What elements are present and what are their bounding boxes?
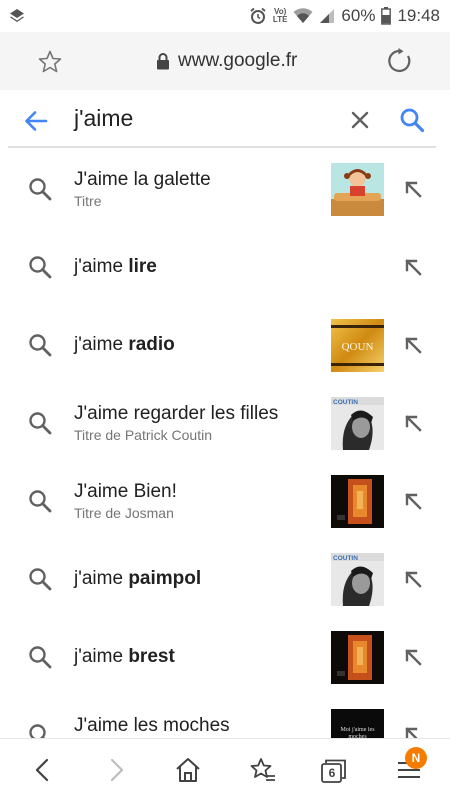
battery-percent: 60% [341,6,376,25]
tab-count: 6 [328,766,336,780]
bookmarks-icon[interactable] [248,755,278,785]
suggestion-item[interactable]: j'aime paimpol COUTIN [0,540,450,618]
suggestion-text: j'aime paimpol [74,540,201,618]
lock-icon [157,52,169,69]
back-arrow-icon[interactable] [22,107,50,135]
suggestion-title: j'aime lire [74,256,157,278]
thumb-label: QOUN [342,341,374,353]
reload-icon[interactable] [386,47,414,75]
suggestion-title-text: j'aime [74,256,129,277]
suggestion-title-text: j'aime [74,568,129,589]
fill-query-arrow-icon[interactable] [401,411,425,435]
search-submit-icon[interactable] [398,106,426,134]
suggestion-title: j'aime radio [74,334,175,356]
fill-query-arrow-icon[interactable] [401,333,425,357]
suggestion-thumbnail [331,631,384,684]
bookmark-star-icon[interactable] [37,49,63,75]
thumb-label: COUTIN [333,555,358,562]
suggestion-item[interactable]: J'aime la galette Titre [0,150,450,228]
suggestion-thumbnail: QOUN [331,319,384,372]
suggestion-completion: radio [128,334,175,355]
suggestion-item[interactable]: J'aime regarder les filles Titre de Patri… [0,384,450,462]
suggestion-title: J'aime Bien! [74,481,177,503]
layers-icon [10,9,24,22]
search-icon [29,568,52,591]
alarm-icon [250,7,266,24]
url-text: www.google.fr [178,50,298,71]
fill-query-arrow-icon[interactable] [401,567,425,591]
url-display[interactable]: www.google.fr [156,48,297,74]
bottom-toolbar: 6 N [0,738,450,800]
suggestion-text: j'aime radio [74,306,175,384]
search-icon [29,178,52,201]
signal-icon [320,9,335,23]
search-input[interactable]: j'aime [74,105,133,132]
suggestion-title-text: j'aime [74,646,129,667]
suggestion-thumbnail: COUTIN [331,553,384,606]
suggestion-text: j'aime lire [74,228,157,306]
suggestion-text: J'aime Bien! Titre de Josman [74,462,177,540]
suggestion-title: J'aime les moches [74,715,230,737]
fill-query-arrow-icon[interactable] [401,645,425,669]
suggestion-title-text: j'aime [74,334,129,355]
suggestion-thumbnail [331,475,384,528]
suggestion-title: J'aime regarder les filles [74,403,278,425]
nav-forward-icon[interactable] [101,755,131,785]
suggestion-text: J'aime regarder les filles Titre de Patri… [74,384,278,462]
wifi-icon [293,8,313,23]
search-icon [29,334,52,357]
suggestion-item[interactable]: j'aime radio QOUN [0,306,450,384]
search-icon [29,412,52,435]
suggestion-list: J'aime la galette Titre j'aime lire j'aime … [0,150,450,774]
search-icon [29,256,52,279]
search-bar: j'aime [0,90,450,150]
clock: 19:48 [397,6,440,25]
suggestion-thumbnail: COUTIN [331,397,384,450]
suggestion-subtitle: Titre de Patrick Coutin [74,427,212,443]
suggestion-title: j'aime paimpol [74,568,201,590]
thumb-label: COUTIN [333,399,358,406]
suggestion-title-text: J'aime regarder les filles [74,403,279,424]
fill-query-arrow-icon[interactable] [401,255,425,279]
nav-back-icon[interactable] [28,755,58,785]
suggestion-completion: paimpol [128,568,202,589]
tabs-button[interactable]: 6 [321,759,347,783]
suggestion-title: j'aime brest [74,646,175,668]
suggestion-title-text: J'aime les moches [74,715,230,736]
suggestion-title: J'aime la galette [74,169,211,191]
suggestion-completion: lire [128,256,157,277]
status-bar: Vo) LTE 60% 19:48 [0,0,450,32]
clear-icon[interactable] [348,108,372,132]
address-bar: www.google.fr [0,32,450,90]
home-icon[interactable] [173,755,203,785]
battery-icon [381,7,392,25]
volte-badge: Vo) LTE [272,7,288,24]
search-icon [29,646,52,669]
suggestion-item[interactable]: j'aime brest [0,618,450,696]
suggestion-text: J'aime la galette Titre [74,150,211,228]
search-icon [29,490,52,513]
suggestion-title-text: J'aime la galette [74,169,211,190]
search-divider [8,146,436,148]
suggestion-subtitle: Titre [74,193,102,209]
notification-badge: N [405,747,427,769]
suggestion-item[interactable]: j'aime lire [0,228,450,306]
suggestion-completion: brest [128,646,175,667]
suggestion-thumbnail [331,163,384,216]
fill-query-arrow-icon[interactable] [401,489,425,513]
suggestion-title-text: J'aime Bien! [74,481,177,502]
suggestion-subtitle: Titre de Josman [74,505,174,521]
suggestion-item[interactable]: J'aime Bien! Titre de Josman [0,462,450,540]
suggestion-text: j'aime brest [74,618,175,696]
fill-query-arrow-icon[interactable] [401,177,425,201]
